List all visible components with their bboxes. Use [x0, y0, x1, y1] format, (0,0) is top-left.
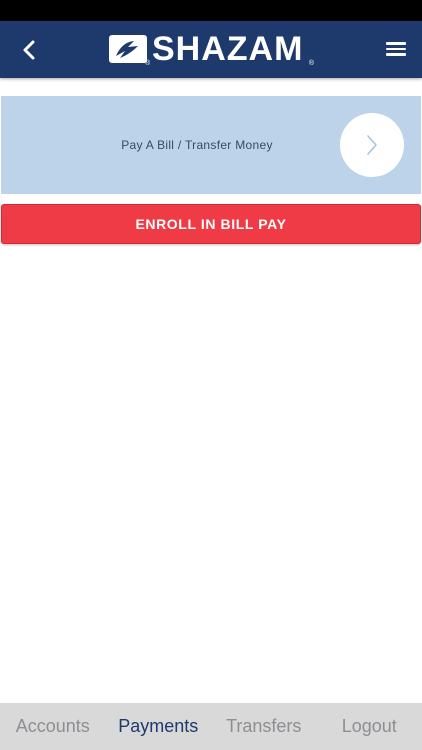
shazam-logo: ® SHAZAM ® [108, 31, 314, 67]
logo-text: SHAZAM [152, 30, 304, 68]
tab-payments[interactable]: Payments [106, 703, 212, 750]
logo-registered-mark-right: ® [308, 60, 314, 67]
enroll-bill-pay-button[interactable]: ENROLL IN BILL PAY [1, 204, 421, 244]
back-button[interactable] [14, 35, 44, 65]
hamburger-menu-icon [386, 42, 406, 45]
tab-transfers[interactable]: Transfers [211, 703, 317, 750]
logo-registered-mark: ® [145, 60, 151, 67]
pay-card-label: Pay A Bill / Transfer Money [121, 138, 273, 152]
status-bar [0, 0, 422, 21]
tab-logout[interactable]: Logout [317, 703, 422, 750]
tab-accounts[interactable]: Accounts [0, 703, 106, 750]
hamburger-menu-button[interactable] [386, 38, 408, 60]
pay-bill-transfer-card[interactable]: Pay A Bill / Transfer Money [1, 96, 421, 194]
navigation-bar: ® SHAZAM ® [0, 21, 422, 78]
chevron-right-icon [367, 135, 377, 155]
bottom-tab-bar: Accounts Payments Transfers Logout [0, 703, 422, 750]
pay-card-arrow-button[interactable] [340, 113, 404, 177]
shazam-bolt-icon [108, 34, 148, 64]
chevron-left-icon [23, 40, 35, 60]
